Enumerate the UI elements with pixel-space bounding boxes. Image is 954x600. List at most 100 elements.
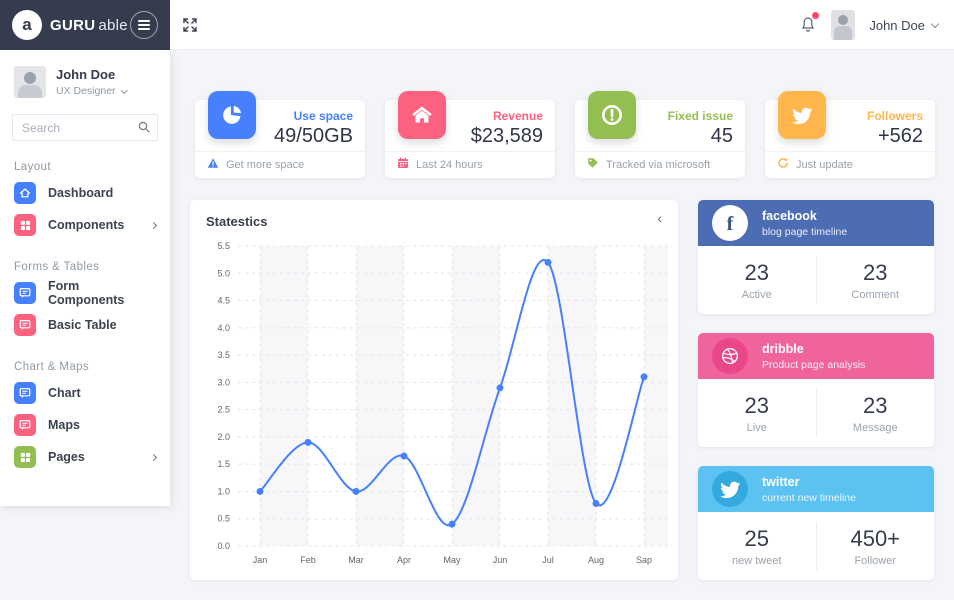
- sidebar-item-form-components[interactable]: Form Components: [0, 277, 170, 309]
- stat-footer-text: Last 24 hours: [416, 159, 483, 171]
- svg-text:Mar: Mar: [348, 555, 364, 565]
- notification-dot: [812, 12, 819, 19]
- notifications-bell-icon[interactable]: [799, 15, 817, 35]
- brand-name-bold: GURU: [50, 17, 95, 34]
- svg-text:Apr: Apr: [397, 555, 411, 565]
- social-card-twitter: twitter current new timeline 25 new twee…: [698, 466, 934, 580]
- sidebar-item-label: Maps: [48, 418, 80, 432]
- stat-label: Use space: [294, 109, 353, 123]
- refresh-icon: [777, 156, 789, 174]
- svg-text:Feb: Feb: [300, 555, 316, 565]
- sidebar-item-basic-table[interactable]: Basic Table: [0, 309, 170, 341]
- social-stat-label: Message: [853, 422, 898, 434]
- basic-table-icon: [14, 314, 36, 336]
- expand-arrows-icon[interactable]: [180, 15, 200, 35]
- svg-text:4.0: 4.0: [217, 323, 230, 333]
- sidebar-item-label: Dashboard: [48, 186, 113, 200]
- user-menu[interactable]: John Doe: [869, 18, 938, 33]
- social-stat-label: Active: [742, 289, 772, 301]
- chevron-right-icon: [150, 221, 157, 228]
- social-stat-value: 25: [745, 526, 769, 552]
- dashboard-page: a GURUable: [0, 0, 954, 600]
- pie-chart-icon: [208, 91, 256, 139]
- svg-text:5.0: 5.0: [217, 268, 230, 278]
- sidebar-search: [12, 114, 158, 141]
- social-subtitle: current new timeline: [762, 492, 856, 504]
- home-icon: [14, 182, 36, 204]
- svg-text:3.0: 3.0: [217, 377, 230, 387]
- stat-footer-text: Just update: [796, 159, 853, 171]
- svg-text:Aug: Aug: [588, 555, 604, 565]
- profile-avatar: [14, 66, 46, 98]
- social-stat-value: 23: [745, 393, 769, 419]
- sidebar-item-dashboard[interactable]: Dashboard: [0, 177, 170, 209]
- chevron-left-icon[interactable]: ‹: [657, 210, 662, 226]
- sidebar-item-label: Components: [48, 218, 124, 232]
- stat-footer: Get more space: [195, 151, 365, 178]
- stat-card-revenue: Revenue$23,589Last 24 hours: [385, 100, 555, 178]
- social-card-body: 23 Active 23 Comment: [698, 246, 934, 314]
- nav-section-heading: Layout: [14, 161, 156, 173]
- brand[interactable]: a GURUable: [0, 0, 170, 50]
- sidebar-item-chart[interactable]: Chart: [0, 377, 170, 409]
- sidebar-item-label: Basic Table: [48, 318, 117, 332]
- chart-icon: [14, 382, 36, 404]
- house-icon: [398, 91, 446, 139]
- stat-card-followers: Followers+562Just update: [765, 100, 935, 178]
- profile-name: John Doe: [56, 67, 126, 82]
- social-stat-value: 23: [863, 260, 887, 286]
- stat-value: +562: [878, 125, 923, 148]
- social-stat: 25 new tweet: [698, 512, 816, 580]
- sidebar-item-maps[interactable]: Maps: [0, 409, 170, 441]
- social-stat: 23 Message: [817, 379, 935, 447]
- svg-text:Jan: Jan: [253, 555, 268, 565]
- nav-section-heading: Forms & Tables: [14, 261, 156, 273]
- social-subtitle: blog page timeline: [762, 226, 847, 238]
- brand-logo-icon: a: [12, 10, 42, 40]
- twitter-icon: [712, 471, 748, 507]
- sidebar: John Doe UX Designer Layout Dashboard Comp…: [0, 50, 170, 506]
- brand-name: GURUable: [50, 17, 128, 34]
- components-icon: [14, 214, 36, 236]
- chevron-right-icon: [150, 453, 157, 460]
- svg-text:1.5: 1.5: [217, 459, 230, 469]
- warning-icon: [207, 156, 219, 174]
- social-stat-label: Comment: [851, 289, 899, 301]
- svg-text:4.5: 4.5: [217, 296, 230, 306]
- dribbble-icon: [712, 338, 748, 374]
- profile-role[interactable]: UX Designer: [56, 85, 126, 97]
- stat-footer-text: Get more space: [226, 159, 304, 171]
- social-stat: 23 Comment: [817, 246, 935, 314]
- menu-toggle-button[interactable]: [130, 11, 158, 39]
- social-network-name: dribble: [762, 342, 865, 356]
- sidebar-item-components[interactable]: Components: [0, 209, 170, 241]
- search-icon[interactable]: [137, 120, 151, 139]
- calendar-icon: [397, 156, 409, 174]
- stat-card-fixed-issue: Fixed issue45Tracked via microsoft: [575, 100, 745, 178]
- social-stat-value: 23: [745, 260, 769, 286]
- form-components-icon: [14, 282, 36, 304]
- twitter-icon: [778, 91, 826, 139]
- social-stat: 23 Live: [698, 379, 816, 447]
- social-stat-value: 23: [863, 393, 887, 419]
- stat-value: 45: [711, 125, 733, 148]
- statistics-line-chart: 0.00.51.01.52.02.53.03.54.04.55.05.5JanF…: [190, 238, 678, 574]
- sidebar-profile[interactable]: John Doe UX Designer: [0, 50, 170, 98]
- svg-text:May: May: [443, 555, 461, 565]
- user-avatar[interactable]: [831, 10, 855, 40]
- statistics-title: Statestics: [206, 214, 267, 229]
- social-card-header: dribble Product page analysis: [698, 333, 934, 379]
- sidebar-item-pages[interactable]: Pages: [0, 441, 170, 473]
- social-card-dribble: dribble Product page analysis 23 Live 23…: [698, 333, 934, 447]
- topbar: a GURUable: [0, 0, 954, 50]
- svg-text:Jun: Jun: [493, 555, 508, 565]
- statistics-card: Statestics ‹ 0.00.51.01.52.02.53.03.54.0…: [190, 200, 678, 580]
- pages-icon: [14, 446, 36, 468]
- stat-label: Revenue: [493, 109, 543, 123]
- sidebar-item-label: Chart: [48, 386, 81, 400]
- stat-label: Fixed issue: [668, 109, 733, 123]
- social-card-facebook: f facebook blog page timeline 23 Active …: [698, 200, 934, 314]
- svg-text:2.5: 2.5: [217, 405, 230, 415]
- social-stat: 450+ Follower: [817, 512, 935, 580]
- social-stat-label: Live: [747, 422, 767, 434]
